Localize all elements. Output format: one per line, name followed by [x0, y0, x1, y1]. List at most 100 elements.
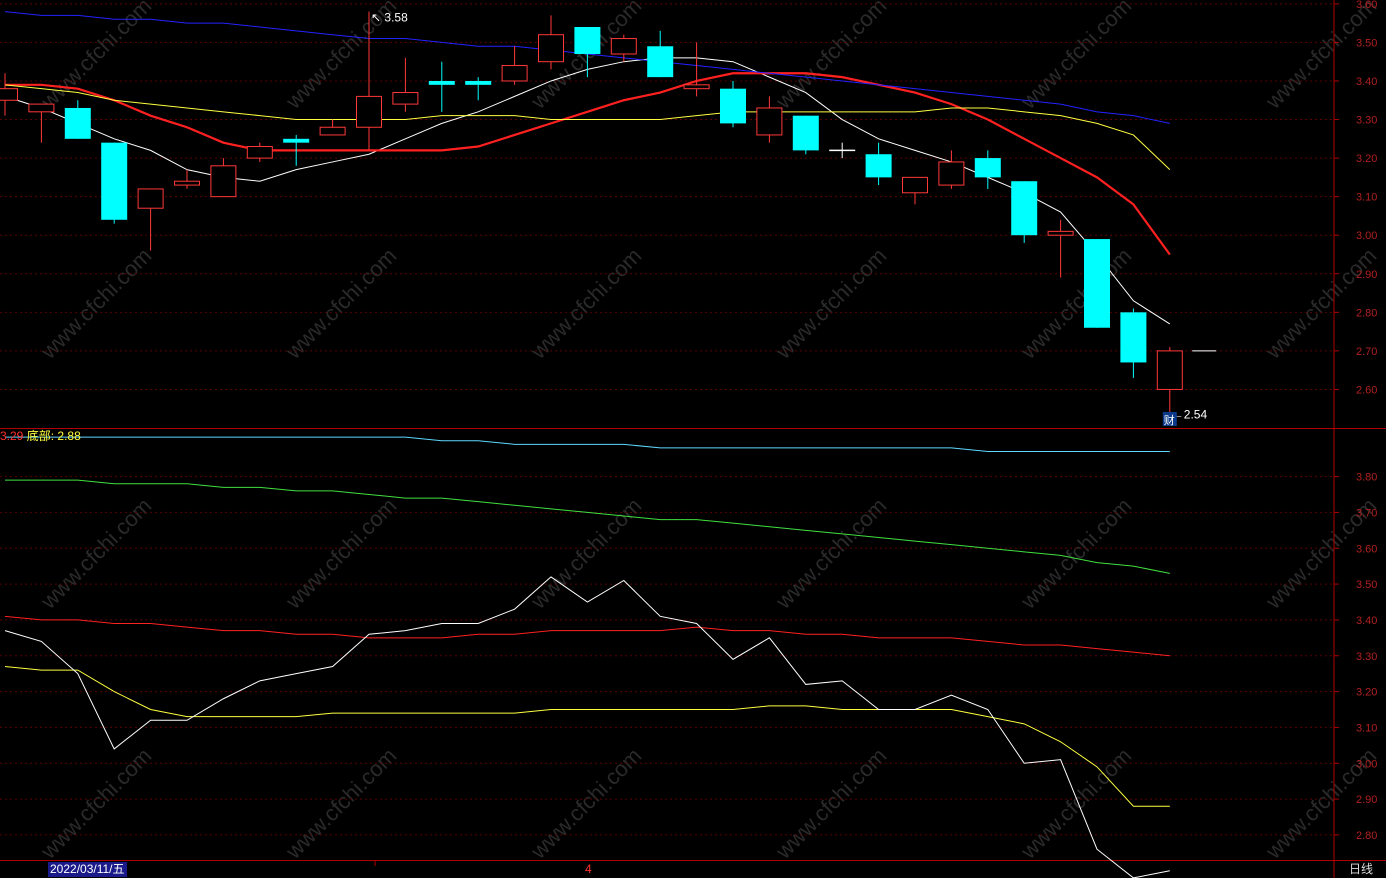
candle-body: [0, 88, 18, 101]
watermark-text: www.cfchi.com: [1260, 0, 1381, 114]
period-button[interactable]: 日线: [1339, 862, 1383, 877]
candle-body: [574, 26, 601, 54]
candlestick: [64, 100, 91, 139]
price-axis-tick-label: 3.10: [1356, 192, 1377, 204]
watermark-text: www.cfchi.com: [525, 243, 646, 364]
indicator-axis-tick-label: 2.90: [1356, 794, 1377, 806]
candle-body: [1120, 312, 1147, 363]
candlestick: [829, 142, 856, 159]
candlestick: [1011, 181, 1038, 243]
watermark-text: www.cfchi.com: [770, 493, 891, 614]
watermark-text: www.cfchi.com: [35, 243, 156, 364]
candlestick: [1084, 239, 1110, 328]
indicator-axis-tick-label: 3.20: [1356, 687, 1377, 699]
price-axis-tick-label: 2.70: [1356, 346, 1377, 358]
indicator-axis-tick-label: 3.80: [1356, 472, 1377, 484]
candle-body: [246, 146, 273, 159]
indicator-axis-tick-label: 3.60: [1356, 543, 1377, 555]
candle-body: [28, 103, 55, 113]
crosshair-date-label: 2022/03/11/五: [48, 862, 127, 877]
candlestick: [174, 169, 200, 189]
candle-body: [465, 80, 492, 85]
candle-body: [610, 38, 637, 55]
candlestick: [246, 142, 273, 162]
watermark-text: www.cfchi.com: [35, 743, 156, 864]
candlestick: [28, 103, 55, 143]
candle-body: [938, 161, 965, 186]
watermark-text: www.cfchi.com: [280, 493, 401, 614]
candle-body: [647, 46, 674, 78]
indicator-bottom-value: 2.88: [57, 429, 81, 443]
price-axis-tick-label: 2.80: [1356, 307, 1377, 319]
candlestick: [0, 73, 18, 116]
event-badge-label: 财: [1164, 413, 1175, 427]
candlestick: [683, 42, 710, 97]
watermark-text: www.cfchi.com: [1015, 493, 1136, 614]
watermark-text: www.cfchi.com: [1015, 743, 1136, 864]
candlestick: [720, 80, 746, 128]
candlestick: [610, 34, 637, 62]
candle-body: [865, 154, 892, 178]
candle-body: [1047, 230, 1074, 236]
candlestick: [428, 61, 455, 112]
watermark-text: www.cfchi.com: [770, 743, 891, 864]
candlestick: [137, 188, 164, 251]
candlestick: [974, 150, 1001, 189]
candle-body: [1156, 350, 1183, 390]
candlestick: [1047, 219, 1074, 278]
indicator-line-3: [4, 615, 1170, 657]
watermark-text: www.cfchi.com: [1015, 0, 1136, 114]
watermark-text: www.cfchi.com: [770, 243, 891, 364]
candle-body: [392, 92, 419, 105]
price-axis-tick-label: 3.50: [1356, 37, 1377, 49]
indicator-axis-tick-label: 3.30: [1356, 651, 1377, 663]
candle-body: [64, 107, 91, 139]
watermark-text: www.cfchi.com: [35, 493, 156, 614]
high-price-label: ↖ 3.58: [371, 11, 408, 25]
stock-chart[interactable]: www.cfchi.com www.cfchi.com www.cfchi.com w…: [0, 0, 1386, 878]
watermark-text: www.cfchi.com: [280, 743, 401, 864]
candle-body: [356, 95, 382, 128]
candlestick: [865, 142, 892, 186]
candlestick: [465, 77, 492, 101]
price-axis-tick-label: 3.30: [1356, 115, 1377, 127]
candlestick: [101, 142, 128, 224]
candle-body: [902, 176, 928, 194]
candlestick: [210, 158, 237, 198]
watermark-text: www.cfchi.com: [280, 243, 401, 364]
watermark-text: www.cfchi.com: [525, 743, 646, 864]
price-axis-tick-label: 2.60: [1356, 384, 1377, 396]
indicator-axis-tick-label: 3.00: [1356, 758, 1377, 770]
indicator-axis-tick-label: 2.80: [1356, 830, 1377, 842]
indicator-axis-tick-label: 3.10: [1356, 722, 1377, 734]
watermark-text: www.cfchi.com: [770, 0, 891, 114]
price-axis-tick-label: 3.40: [1356, 76, 1377, 88]
candlestick: [319, 119, 346, 136]
candlestick: [392, 57, 419, 112]
candle-body: [210, 165, 237, 198]
candle-body: [174, 180, 200, 186]
candle-body: [137, 188, 164, 209]
price-axis-tick-label: 3.20: [1356, 153, 1377, 165]
candlestick: [1120, 308, 1147, 378]
candle-body: [756, 107, 783, 136]
watermark-layer: www.cfchi.com www.cfchi.com www.cfchi.com w…: [35, 0, 1381, 864]
month-tick-label: 4: [585, 862, 592, 876]
indicator-axis-tick-label: 3.40: [1356, 615, 1377, 627]
price-axis-tick-label: 3.00: [1356, 230, 1377, 242]
indicator-bottom-label: 底部:: [26, 429, 55, 443]
candle-body: [501, 65, 528, 82]
candlestick: [792, 115, 819, 155]
price-axis-tick-label: 2.90: [1356, 269, 1377, 281]
candle-body: [683, 84, 710, 90]
low-price-label: ←2.54: [1172, 408, 1208, 422]
candle-body: [283, 138, 310, 143]
candlestick: [1156, 347, 1183, 413]
indicator-axis-tick-label: 3.50: [1356, 579, 1377, 591]
candle-body: [319, 126, 346, 136]
indicator-line-1: [5, 436, 1170, 452]
watermark-text: www.cfchi.com: [525, 493, 646, 614]
indicator-legend: 3.29 底部: 2.88: [0, 429, 81, 443]
candle-body: [428, 80, 455, 85]
candlestick: [538, 15, 564, 70]
